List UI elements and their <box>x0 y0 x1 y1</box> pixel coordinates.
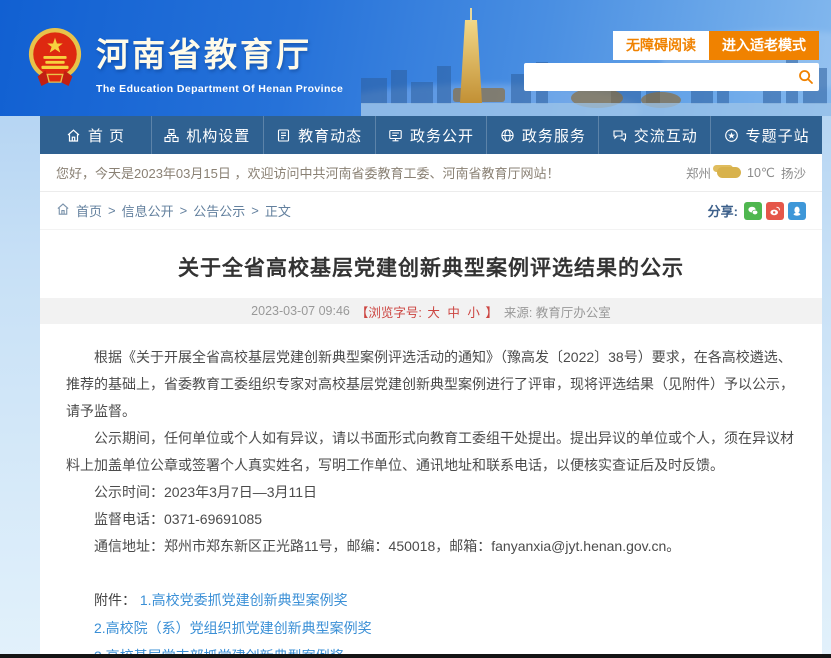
font-size-small[interactable]: 小 <box>467 306 480 320</box>
search-icon[interactable] <box>793 69 819 85</box>
search-input[interactable] <box>524 65 793 89</box>
site-brand: 河南省教育厅 The Education Department Of Henan… <box>96 28 343 95</box>
nav-item-news[interactable]: 教育动态 <box>264 116 376 154</box>
news-icon <box>276 128 291 143</box>
weather-city: 郑州 <box>686 163 711 182</box>
site-title: 河南省教育厅 <box>96 28 343 76</box>
breadcrumb-bar: 首页 > 信息公开 > 公告公示 > 正文 分享: <box>40 192 822 230</box>
site-subtitle: The Education Department Of Henan Provin… <box>96 83 343 95</box>
weather-temp: 10℃ <box>747 165 775 180</box>
main-panel: 首 页 机构设置 教育动态 政务公开 <box>40 116 822 658</box>
nav-item-org[interactable]: 机构设置 <box>152 116 264 154</box>
national-emblem <box>26 26 84 88</box>
article-source: 来源: 教育厅办公室 <box>504 302 611 321</box>
window-bottom-edge <box>0 654 831 658</box>
article-datetime: 2023-03-07 09:46 <box>251 304 350 318</box>
service-icon <box>500 128 515 143</box>
accessibility-button[interactable]: 无障碍阅读 <box>613 31 709 60</box>
breadcrumb: 首页 > 信息公开 > 公告公示 > 正文 <box>56 201 291 220</box>
site-banner: 河南省教育厅 The Education Department Of Henan… <box>0 0 831 116</box>
weather-condition: 扬沙 <box>781 163 806 182</box>
nav-item-interaction[interactable]: 交流互动 <box>599 116 711 154</box>
top-actions: 无障碍阅读 进入适老模式 <box>613 31 819 60</box>
dust-weather-icon <box>717 167 741 178</box>
home-icon <box>66 128 81 143</box>
wechat-icon[interactable] <box>744 202 762 220</box>
breadcrumb-separator: > <box>108 203 116 218</box>
org-icon <box>164 128 179 143</box>
paragraph-objection: 公示期间，任何单位或个人如有异议，请以书面形式向教育工委组干处提出。提出异议的单… <box>66 425 796 479</box>
nav-item-label: 专题子站 <box>746 125 810 146</box>
article-title: 关于全省高校基层党建创新典型案例评选结果的公示 <box>40 244 822 298</box>
font-size-large[interactable]: 大 <box>427 306 440 320</box>
elder-mode-button[interactable]: 进入适老模式 <box>709 31 819 60</box>
breadcrumb-item-disclosure[interactable]: 信息公开 <box>122 201 174 220</box>
breadcrumb-item-notices[interactable]: 公告公示 <box>193 201 245 220</box>
font-size-bracket: 】 <box>485 306 498 320</box>
article-body: 根据《关于开展全省高校基层党建创新典型案例评选活动的通知》（豫高发〔2022〕3… <box>40 324 822 658</box>
attachment-link-1[interactable]: 1.高校党委抓党建创新典型案例奖 <box>140 592 348 608</box>
breadcrumb-item-article: 正文 <box>265 201 291 220</box>
attachment-link-2[interactable]: 2.高校院（系）党组织抓党建创新典型案例奖 <box>94 620 372 636</box>
font-size-medium[interactable]: 中 <box>447 306 460 320</box>
nav-item-label: 政务公开 <box>410 125 474 146</box>
supervision-phone-line: 监督电话：0371-69691085 <box>66 506 796 533</box>
share-label: 分享: <box>708 201 738 220</box>
share-widget: 分享: <box>708 201 806 220</box>
attachments-label: 附件： <box>94 592 136 608</box>
disclosure-icon <box>388 128 403 143</box>
nav-item-label: 机构设置 <box>186 125 250 146</box>
attachments: 附件： 1.高校党委抓党建创新典型案例奖 2.高校院（系）党组织抓党建创新典型案… <box>66 586 796 658</box>
nav-item-home[interactable]: 首 页 <box>40 116 152 154</box>
qq-icon[interactable] <box>788 202 806 220</box>
greeting-text: 您好，今天是2023年03月15日 ，欢迎访问中共河南省委教育工委、河南省教育厅… <box>56 163 559 182</box>
page: 河南省教育厅 The Education Department Of Henan… <box>0 0 831 658</box>
breadcrumb-separator: > <box>180 203 188 218</box>
article: 关于全省高校基层党建创新典型案例评选结果的公示 2023-03-07 09:46… <box>40 230 822 658</box>
nav-item-label: 首 页 <box>88 125 125 146</box>
publicity-period-line: 公示时间：2023年3月7日—3月11日 <box>66 479 796 506</box>
nav-item-label: 交流互动 <box>634 125 698 146</box>
mail-address-line: 通信地址：郑州市郑东新区正光路11号，邮编：450018，邮箱：fanyanxi… <box>66 533 796 560</box>
font-size-control: 【浏览字号: 大 中 小 】 <box>356 302 498 321</box>
home-icon <box>56 202 70 219</box>
search-box <box>524 63 819 91</box>
nav-item-subsite[interactable]: 专题子站 <box>711 116 822 154</box>
nav-item-disclosure[interactable]: 政务公开 <box>376 116 488 154</box>
font-size-label: 【浏览字号: <box>356 306 422 320</box>
breadcrumb-item-home[interactable]: 首页 <box>76 201 102 220</box>
nav-item-label: 教育动态 <box>298 125 362 146</box>
nav-item-label: 政务服务 <box>522 125 586 146</box>
subsite-icon <box>724 128 739 143</box>
main-nav: 首 页 机构设置 教育动态 政务公开 <box>40 116 822 154</box>
article-meta: 2023-03-07 09:46 【浏览字号: 大 中 小 】 来源: 教育厅办… <box>40 298 822 324</box>
breadcrumb-separator: > <box>251 203 259 218</box>
interaction-icon <box>612 128 627 143</box>
info-bar: 您好，今天是2023年03月15日 ，欢迎访问中共河南省委教育工委、河南省教育厅… <box>40 154 822 192</box>
nav-item-service[interactable]: 政务服务 <box>487 116 599 154</box>
weather-widget: 郑州 10℃ 扬沙 <box>686 163 806 182</box>
paragraph-basis: 根据《关于开展全省高校基层党建创新典型案例评选活动的通知》（豫高发〔2022〕3… <box>66 344 796 425</box>
weibo-icon[interactable] <box>766 202 784 220</box>
